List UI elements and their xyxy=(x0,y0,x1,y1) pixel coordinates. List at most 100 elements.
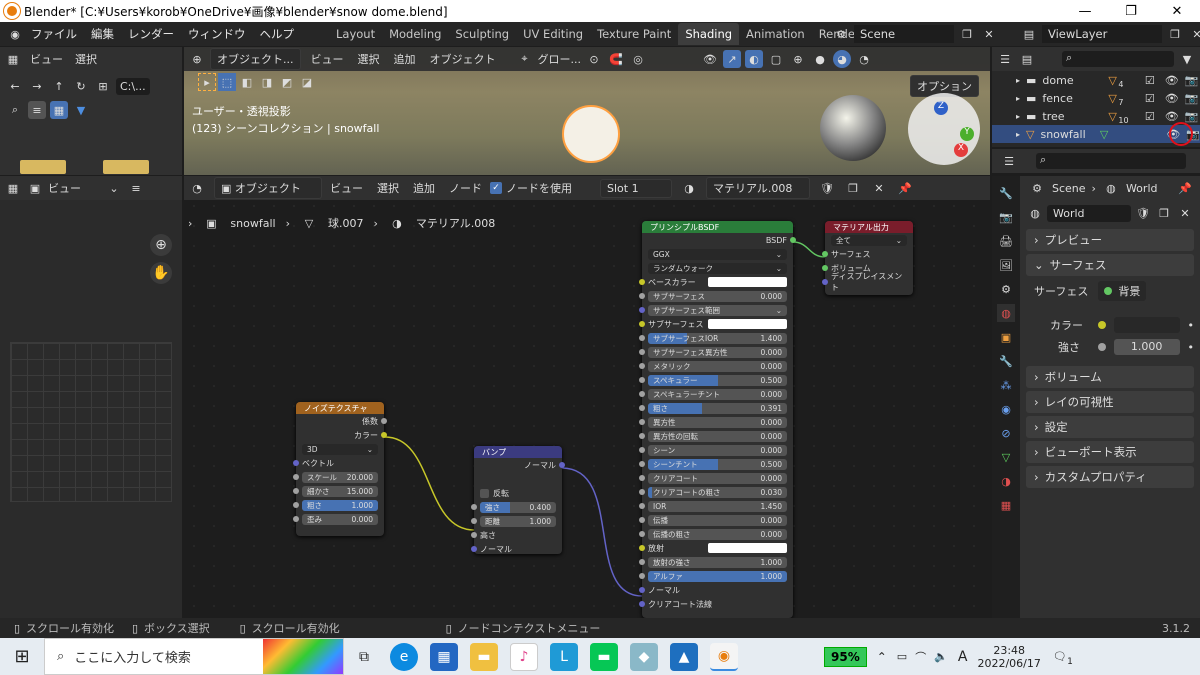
distribution-dropdown[interactable]: GGX ⌄ xyxy=(648,248,787,260)
new-folder-icon[interactable]: ⊞ xyxy=(94,77,112,95)
zoom-icon[interactable]: ⊕ xyxy=(150,234,172,256)
snap-icon[interactable]: 🧲 xyxy=(607,50,625,68)
battery-icon[interactable]: ▭ xyxy=(897,650,907,663)
properties-panel-header[interactable]: › ボリューム xyxy=(1026,366,1194,388)
editor-type-icon[interactable]: ⊕ xyxy=(188,50,206,68)
forward-icon[interactable]: → xyxy=(28,77,46,95)
rendered-shading-icon[interactable]: ◔ xyxy=(855,50,873,68)
texture-tab-icon[interactable]: ▦ xyxy=(997,496,1015,514)
constraints-tab-icon[interactable]: ⊘ xyxy=(997,424,1015,442)
world-icon[interactable]: ◍ xyxy=(1026,204,1044,222)
navigation-gizmo[interactable]: Z Y X xyxy=(908,93,980,165)
workspace-tab[interactable]: Shading xyxy=(678,23,740,45)
invert-checkbox[interactable] xyxy=(480,488,489,498)
node-value-field[interactable]: 強さ 0.400 xyxy=(480,501,556,513)
properties-panel-header[interactable]: › 設定 xyxy=(1026,416,1194,438)
node-value-field[interactable]: 放射の強さ 1.000 xyxy=(648,556,787,568)
material-output-node[interactable]: マテリアル出力 全て ⌄ サーフェス ボリューム ディスプレイスメント xyxy=(822,221,913,295)
minimize-button[interactable]: — xyxy=(1062,0,1108,22)
node-header[interactable]: バンプ xyxy=(474,446,562,458)
itunes-icon[interactable]: ♪ xyxy=(510,642,538,671)
node-value-field[interactable]: スペキュラーチント 0.000 xyxy=(648,388,787,400)
clock-time[interactable]: 23:48 xyxy=(993,644,1025,657)
tool-tab-icon[interactable]: 🔧 xyxy=(997,184,1015,202)
back-icon[interactable]: ← xyxy=(6,77,24,95)
menu-item[interactable]: ウィンドウ xyxy=(181,27,253,41)
input-socket[interactable] xyxy=(639,573,645,579)
node-value-field[interactable]: 伝播の粗さ 0.000 xyxy=(648,528,787,540)
editor-type-icon[interactable]: ☰ xyxy=(996,50,1014,68)
tray-chevron-icon[interactable]: ⌃ xyxy=(877,650,887,664)
input-socket[interactable] xyxy=(639,293,645,299)
display-mode-icon[interactable]: ▤ xyxy=(1018,50,1036,68)
node-value-field[interactable]: スペキュラー 0.500 xyxy=(648,374,787,386)
principled-bsdf-node[interactable]: プリンシプルBSDF BSDF GGX ⌄ ランダムウォーク ⌄ ベースカラー サブ… xyxy=(639,221,796,618)
node-value-field[interactable]: 細かさ 15.000 xyxy=(302,485,378,497)
render-camera-icon[interactable]: 📷 xyxy=(1185,92,1199,105)
taskbar-search[interactable]: ⌕ ここに入力して検索 xyxy=(44,638,344,675)
ime-indicator[interactable]: A xyxy=(958,649,968,665)
gizmo-x-icon[interactable]: X xyxy=(954,143,968,157)
node-header[interactable]: プリンシプルBSDF xyxy=(642,221,793,233)
node-value-field[interactable]: シーンチント 0.500 xyxy=(648,458,787,470)
node-dropdown-field[interactable]: サブサーフェス範囲 ⌄ xyxy=(648,304,787,316)
input-socket[interactable] xyxy=(639,601,645,607)
color-swatch[interactable] xyxy=(1113,317,1180,333)
select-subtract-icon[interactable]: ◨ xyxy=(258,73,276,91)
editor-type-icon[interactable]: ▦ xyxy=(4,179,22,197)
sss-method-dropdown[interactable]: ランダムウォーク ⌄ xyxy=(648,262,787,274)
gizmo-y-icon[interactable]: Y xyxy=(960,127,974,141)
filter-icon[interactable]: ▼ xyxy=(1178,50,1196,68)
workspace-tab[interactable]: Texture Paint xyxy=(590,23,678,45)
outliner-item[interactable]: ▸ ▬ dome ▽ 4 ☑ 👁 📷 xyxy=(992,71,1200,89)
list-view-icon[interactable]: ≡ xyxy=(28,101,46,119)
workspace-tab[interactable]: Sculpting xyxy=(448,23,516,45)
new-viewlayer-icon[interactable]: ❐ xyxy=(1166,25,1184,43)
viewport-menu-item[interactable]: 選択 xyxy=(358,51,380,67)
input-socket[interactable] xyxy=(639,475,645,481)
particles-tab-icon[interactable]: ⁂ xyxy=(997,376,1015,394)
chevron-down-icon[interactable]: ⌄ xyxy=(105,179,123,197)
checkbox-icon[interactable]: ☑ xyxy=(1145,74,1155,87)
expand-icon[interactable]: ▸ xyxy=(1016,112,1020,121)
viewlayer-name[interactable]: ViewLayer xyxy=(1042,25,1162,43)
input-socket[interactable] xyxy=(639,377,645,383)
input-socket[interactable] xyxy=(639,559,645,565)
select-box-icon[interactable]: ⬚ xyxy=(218,73,236,91)
output-socket[interactable] xyxy=(790,237,796,243)
blender-menu-icon[interactable]: ◉ xyxy=(6,25,24,43)
expand-icon[interactable]: ▸ xyxy=(1016,130,1020,139)
input-socket[interactable] xyxy=(822,251,828,257)
outliner-item-name[interactable]: tree xyxy=(1042,110,1102,123)
outliner-item-name[interactable]: dome xyxy=(1042,74,1102,87)
input-socket[interactable] xyxy=(639,587,645,593)
input-socket[interactable] xyxy=(639,489,645,495)
filter-icon[interactable]: ▼ xyxy=(72,101,90,119)
store-icon[interactable]: ▦ xyxy=(430,642,458,671)
edge-icon[interactable]: e xyxy=(390,642,418,671)
input-socket[interactable] xyxy=(639,531,645,537)
list-icon[interactable]: ≡ xyxy=(127,179,145,197)
output-tab-icon[interactable]: 🖨 xyxy=(997,232,1015,250)
network-icon[interactable]: ⌒ xyxy=(915,649,926,665)
image-icon[interactable]: ▣ xyxy=(26,179,44,197)
lingo-icon[interactable]: L xyxy=(550,642,578,671)
node-editor[interactable]: ◔ ▣ オブジェクト ビュー 選択 追加 ノード ✓ ノードを使用 Slot 1 ◑ … xyxy=(184,176,990,618)
input-socket[interactable] xyxy=(639,307,645,313)
node-value-field[interactable]: サブサーフェス 0.000 xyxy=(648,290,787,302)
viewlayer-icon[interactable]: ▤ xyxy=(1020,25,1038,43)
keyframe-dot[interactable]: • xyxy=(1188,341,1195,354)
properties-panel-header[interactable]: › カスタムプロパティ xyxy=(1026,466,1194,488)
menu-item[interactable]: ヘルプ xyxy=(253,27,302,41)
checkbox-icon[interactable]: ☑ xyxy=(1145,110,1155,123)
gizmo-z-icon[interactable]: Z xyxy=(934,101,948,115)
image-grid[interactable] xyxy=(10,342,172,502)
node-value-field[interactable]: クリアコートの粗さ 0.030 xyxy=(648,486,787,498)
input-socket[interactable] xyxy=(471,532,477,538)
data-tab-icon[interactable]: ▽ xyxy=(997,448,1015,466)
left-view-menu[interactable]: ビュー xyxy=(48,180,81,196)
pivot-icon[interactable]: ⊙ xyxy=(585,50,603,68)
node-value-field[interactable]: 異方性の回転 0.000 xyxy=(648,430,787,442)
folder-icon[interactable] xyxy=(103,160,149,174)
input-socket[interactable] xyxy=(293,474,299,480)
